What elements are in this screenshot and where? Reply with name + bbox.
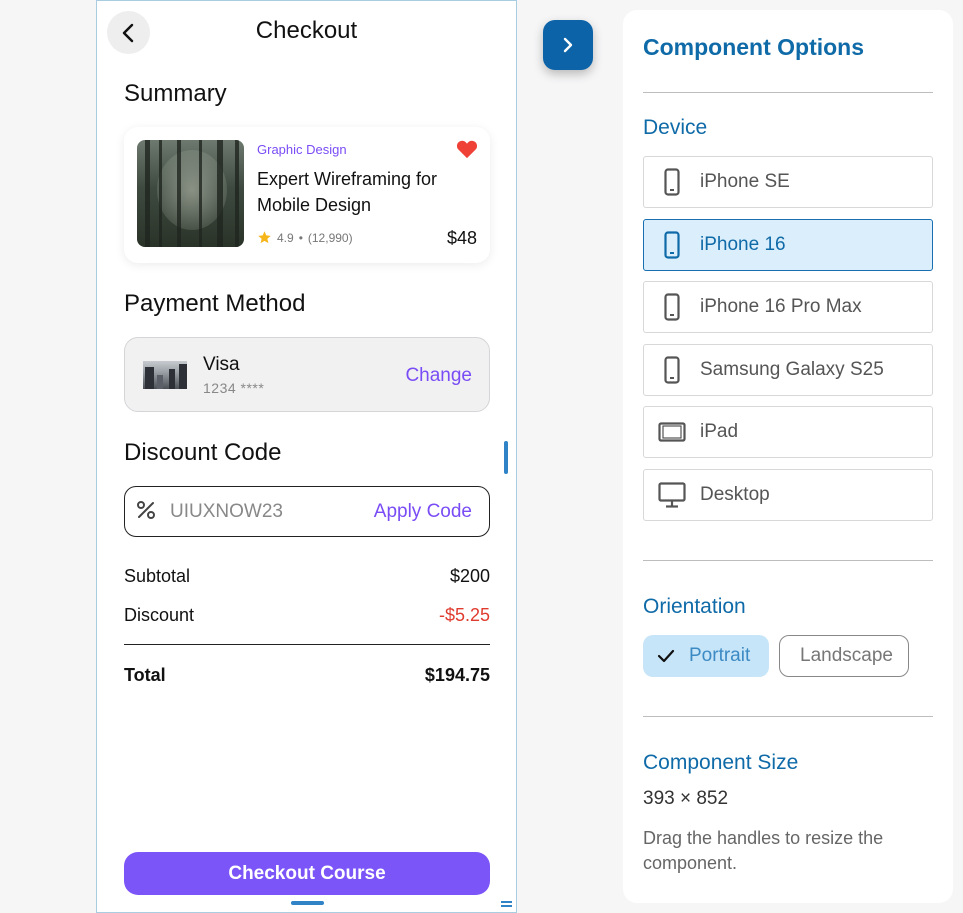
orientation-landscape-label: Landscape — [800, 645, 893, 666]
totals-divider — [124, 644, 490, 645]
device-label: iPhone 16 — [700, 234, 786, 255]
monitor-icon — [658, 482, 686, 508]
subtotal-label: Subtotal — [124, 566, 191, 586]
device-label: iPhone SE — [700, 171, 790, 192]
course-rating: 4.9 • (12,990) — [257, 230, 353, 245]
page-title: Checkout — [255, 17, 358, 44]
check-icon — [657, 649, 675, 663]
checkout-course-button[interactable]: Checkout Course — [124, 852, 490, 895]
discount-code-field: Apply Code — [124, 486, 490, 537]
device-label: iPad — [700, 421, 739, 442]
device-label: Desktop — [700, 484, 770, 505]
component-size-value: 393 × 852 — [643, 788, 729, 809]
discount-row: Discount -$5.25 — [124, 605, 490, 626]
card-number: 1234 **** — [203, 380, 265, 396]
phone-icon — [664, 293, 680, 321]
discount-code-input[interactable] — [170, 497, 360, 527]
orientation-portrait-button[interactable]: Portrait — [643, 635, 769, 677]
chevron-right-icon — [563, 37, 573, 53]
review-count: (12,990) — [307, 230, 353, 245]
total-label: Total — [124, 665, 166, 685]
card-name: Visa — [203, 354, 240, 375]
toggle-panel-button[interactable] — [543, 20, 593, 70]
summary-heading: Summary — [124, 80, 227, 107]
course-title: Expert Wireframing for Mobile Design — [257, 169, 438, 215]
discount-value: -$5.25 — [438, 605, 490, 625]
phone-icon — [664, 231, 680, 259]
course-category: Graphic Design — [257, 142, 347, 157]
star-icon — [258, 231, 271, 244]
divider — [643, 716, 933, 717]
divider — [643, 92, 933, 93]
discount-code-heading: Discount Code — [124, 439, 282, 466]
total-value: $194.75 — [424, 665, 490, 685]
total-row: Total $194.75 — [124, 665, 490, 686]
subtotal-row: Subtotal $200 — [124, 566, 490, 587]
heart-icon[interactable] — [456, 139, 478, 159]
phone-preview: Checkout Summary Graphic Design Expert W… — [96, 0, 517, 913]
discount-label: Discount — [124, 605, 195, 625]
device-option-desktop[interactable]: Desktop — [643, 469, 933, 521]
tablet-icon — [658, 422, 686, 442]
resize-handle-corner[interactable] — [501, 901, 512, 907]
phone-icon — [664, 356, 680, 384]
device-label: iPhone 16 Pro Max — [700, 296, 862, 317]
percent-icon — [137, 501, 155, 519]
device-option-iphone-16[interactable]: iPhone 16 — [643, 219, 933, 271]
device-label: Samsung Galaxy S25 — [700, 359, 884, 380]
component-options-panel: Component Options Device iPhone SE iPhon… — [623, 10, 953, 903]
device-option-samsung-galaxy-s25[interactable]: Samsung Galaxy S25 — [643, 344, 933, 396]
orientation-heading: Orientation — [643, 595, 746, 618]
course-thumbnail — [137, 140, 244, 247]
device-heading: Device — [643, 116, 708, 139]
payment-method-heading: Payment Method — [124, 290, 306, 317]
subtotal-value: $200 — [449, 566, 490, 586]
change-payment-button[interactable]: Change — [405, 365, 472, 387]
payment-card[interactable]: Visa 1234 **** Change — [124, 337, 490, 412]
course-price: $48 — [446, 228, 477, 248]
resize-handle-bottom[interactable] — [291, 901, 324, 905]
course-card[interactable]: Graphic Design Expert Wireframing for Mo… — [124, 127, 490, 263]
component-size-heading: Component Size — [643, 751, 799, 774]
component-size-help: Drag the handles to resize the component… — [643, 828, 884, 873]
card-thumbnail — [143, 361, 187, 389]
device-option-ipad[interactable]: iPad — [643, 406, 933, 458]
apply-code-button[interactable]: Apply Code — [374, 501, 472, 523]
rating-value: 4.9 — [277, 230, 294, 245]
device-option-iphone-se[interactable]: iPhone SE — [643, 156, 933, 208]
divider — [643, 560, 933, 561]
orientation-landscape-button[interactable]: Landscape — [779, 635, 909, 677]
resize-handle-right[interactable] — [504, 441, 508, 474]
panel-title: Component Options — [643, 34, 865, 60]
rating-dot: • — [298, 230, 303, 245]
orientation-portrait-label: Portrait — [689, 645, 751, 666]
device-option-iphone-16-pro-max[interactable]: iPhone 16 Pro Max — [643, 281, 933, 333]
phone-icon — [664, 168, 680, 196]
